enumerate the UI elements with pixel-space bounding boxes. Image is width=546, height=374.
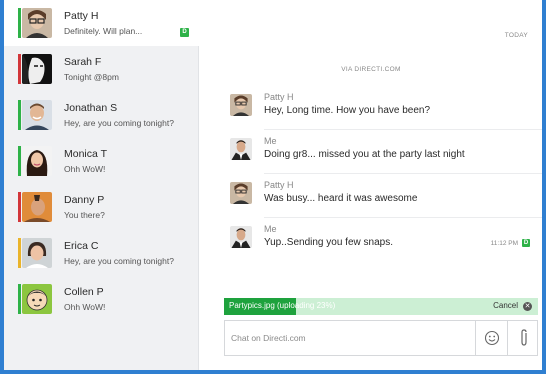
avatar	[22, 100, 52, 130]
message-text: Was busy... heard it was awesome	[264, 193, 418, 204]
smiley-icon	[484, 330, 499, 346]
avatar	[230, 226, 252, 248]
contact-preview: Ohh WoW!	[64, 164, 106, 174]
chat-app: Patty H Definitely. Will plan... D Sarah…	[4, 0, 542, 374]
contact-name: Jonathan S	[64, 102, 118, 114]
status-indicator	[18, 192, 21, 222]
avatar	[22, 8, 52, 38]
status-indicator	[18, 238, 21, 268]
close-icon[interactable]: ✕	[523, 302, 532, 311]
attach-button[interactable]	[507, 321, 539, 355]
emoji-button[interactable]	[475, 321, 507, 355]
window-border-bottom	[0, 370, 546, 374]
contact-name: Erica C	[64, 240, 99, 252]
avatar	[230, 94, 252, 116]
contact-list: Patty H Definitely. Will plan... D Sarah…	[4, 0, 199, 374]
status-indicator	[18, 284, 21, 314]
contact-preview: Tonight @8pm	[64, 72, 119, 82]
cancel-upload-button[interactable]: Cancel	[493, 301, 518, 310]
divider	[264, 217, 542, 218]
avatar	[22, 192, 52, 222]
chat-pane: TODAY VIA DIRECTI.COM Patty H Hey, Long …	[200, 0, 542, 374]
contact-name: Patty H	[64, 10, 99, 22]
contact-item-collen-p[interactable]: Collen P Ohh WoW!	[4, 276, 199, 322]
contact-item-danny-p[interactable]: Danny P You there?	[4, 184, 199, 230]
contact-name: Monica T	[64, 148, 107, 160]
contact-preview: Hey, are you coming tonight?	[64, 118, 174, 128]
contact-preview: Ohh WoW!	[64, 302, 106, 312]
status-indicator	[18, 100, 21, 130]
chat-input[interactable]	[225, 321, 475, 355]
message-sender: Me	[264, 136, 277, 146]
avatar	[22, 146, 52, 176]
message-sender: Me	[264, 224, 277, 234]
avatar	[230, 182, 252, 204]
message-item: Patty H Was busy... heard it was awesome	[230, 178, 542, 218]
contact-preview: Hey, are you coming tonight?	[64, 256, 174, 266]
avatar	[22, 54, 52, 84]
date-label: TODAY	[504, 32, 528, 39]
divider	[264, 173, 542, 174]
contact-preview: You there?	[64, 210, 105, 220]
via-label: VIA DIRECTI.COM	[341, 66, 401, 73]
divider	[264, 129, 542, 130]
avatar	[22, 284, 52, 314]
contact-name: Danny P	[64, 194, 105, 206]
contact-name: Collen P	[64, 286, 104, 298]
window-border-right	[542, 0, 546, 374]
contact-item-jonathan-s[interactable]: Jonathan S Hey, are you coming tonight?	[4, 92, 199, 138]
message-text: Hey, Long time. How you have been?	[264, 105, 431, 116]
message-item: Patty H Hey, Long time. How you have bee…	[230, 90, 542, 130]
avatar	[22, 238, 52, 268]
contact-preview: Definitely. Will plan...	[64, 26, 143, 36]
contact-item-sarah-f[interactable]: Sarah F Tonight @8pm	[4, 46, 199, 92]
message-text: Yup..Sending you few snaps.	[264, 237, 393, 248]
contact-item-erica-c[interactable]: Erica C Hey, are you coming tonight?	[4, 230, 199, 276]
paperclip-icon	[520, 329, 527, 346]
contact-item-patty-h[interactable]: Patty H Definitely. Will plan... D	[4, 0, 199, 46]
directi-badge-icon: D	[522, 239, 530, 247]
status-indicator	[18, 8, 21, 38]
message-sender: Patty H	[264, 92, 294, 102]
message-item: Me Doing gr8... missed you at the party …	[230, 134, 542, 174]
message-time: 11:12 PM	[490, 240, 518, 247]
message-sender: Patty H	[264, 180, 294, 190]
contact-name: Sarah F	[64, 56, 102, 68]
status-indicator	[18, 54, 21, 84]
message-composer	[224, 320, 538, 356]
avatar	[230, 138, 252, 160]
upload-progress-bar: Partypics.jpg (uploading 23%) Cancel ✕	[224, 298, 538, 315]
status-indicator	[18, 146, 21, 176]
message-text: Doing gr8... missed you at the party las…	[264, 149, 465, 160]
upload-label: Partypics.jpg (uploading 23%)	[229, 301, 336, 310]
directi-badge-icon: D	[180, 28, 189, 37]
message-item: Me Yup..Sending you few snaps. 11:12 PM …	[230, 222, 542, 262]
contact-item-monica-t[interactable]: Monica T Ohh WoW!	[4, 138, 199, 184]
